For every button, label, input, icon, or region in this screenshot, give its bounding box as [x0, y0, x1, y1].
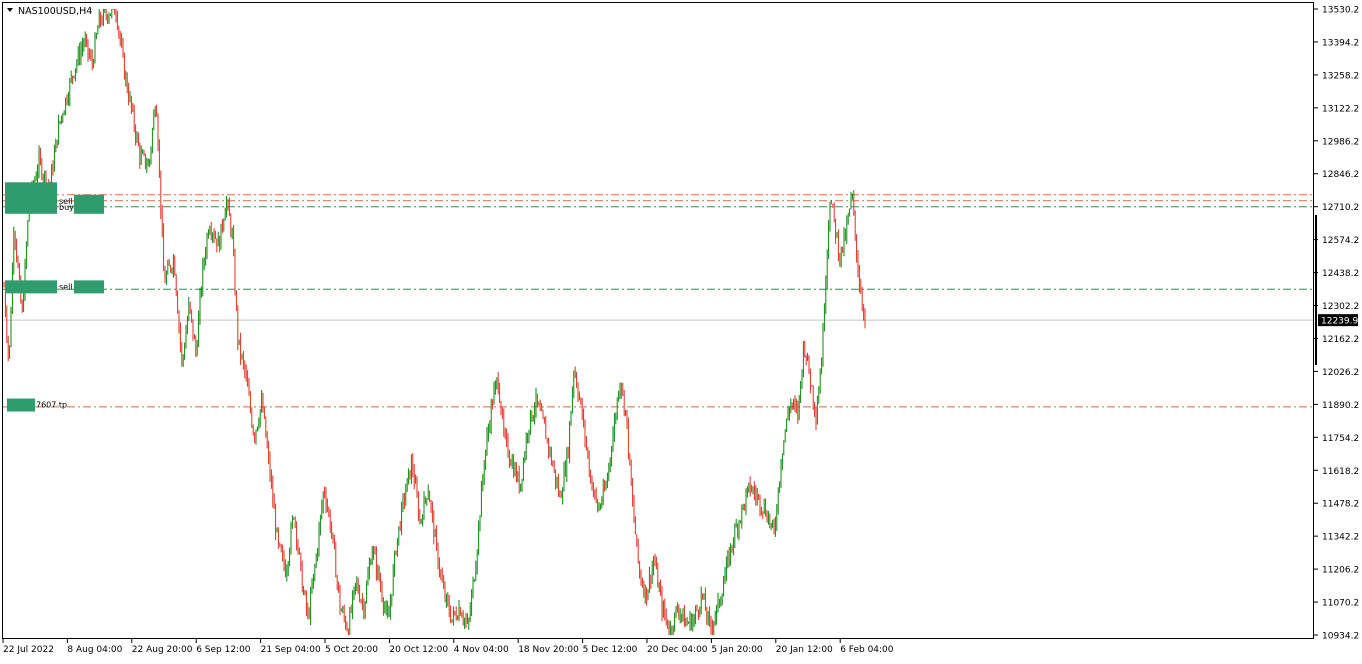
y-tick-label: 12162.2: [1322, 335, 1359, 345]
y-tick-label: 11342.2: [1322, 533, 1359, 543]
y-tick-label: 12986.2: [1322, 137, 1359, 147]
chart-header: NAS100USD,H4: [7, 6, 92, 17]
x-tick-label: 5 Oct 20:00: [325, 645, 378, 655]
order-marker-box[interactable]: [74, 280, 104, 294]
y-tick-label: 13530.2: [1322, 6, 1359, 16]
y-tick-label: 11754.2: [1322, 434, 1359, 444]
y-tick-label: 12026.2: [1322, 368, 1359, 378]
y-tick-label: 12438.2: [1322, 269, 1359, 279]
y-tick-label: 11478.2: [1322, 500, 1359, 510]
y-tick-label: 10934.2: [1322, 632, 1359, 642]
y-tick-label: 13122.2: [1322, 104, 1359, 114]
x-tick-label: 20 Dec 04:00: [647, 645, 708, 655]
order-marker-box[interactable]: [74, 200, 104, 214]
y-tick-label: 13258.2: [1322, 71, 1359, 81]
order-marker-label: sell: [59, 282, 73, 291]
x-tick-label: 5 Dec 12:00: [583, 645, 638, 655]
symbol-title: NAS100USD,H4: [18, 6, 92, 17]
x-tick-label: 22 Aug 20:00: [132, 645, 193, 655]
order-marker-box[interactable]: [5, 280, 57, 294]
x-tick-label: 8 Aug 04:00: [67, 645, 122, 655]
order-marker-box[interactable]: [7, 398, 35, 412]
y-tick-label: 12710.2: [1322, 203, 1359, 213]
order-marker-box[interactable]: [5, 182, 57, 197]
y-tick-label: 11070.2: [1322, 599, 1359, 609]
x-tick-label: 20 Oct 12:00: [389, 645, 448, 655]
x-tick-label: 20 Jan 12:00: [776, 645, 833, 655]
order-marker-box[interactable]: [5, 200, 57, 214]
y-tick-label: 12846.2: [1322, 170, 1359, 180]
x-tick-label: 18 Nov 20:00: [518, 645, 579, 655]
x-tick-label: 21 Sep 04:00: [261, 645, 321, 655]
x-tick-label: 6 Feb 04:00: [840, 645, 894, 655]
current-price-tag-label: 12239.9: [1321, 317, 1358, 327]
time-axis: 22 Jul 2022 8 Aug 04:00 22 Aug 20:00 6 Sep …: [2, 638, 894, 655]
x-tick-label: 4 Nov 04:00: [454, 645, 509, 655]
y-tick-label: 12574.2: [1322, 236, 1359, 246]
y-tick-label: 13394.2: [1322, 38, 1359, 48]
y-tick-label: 11618.2: [1322, 467, 1359, 477]
y-tick-label: 11890.2: [1322, 401, 1359, 411]
order-marker-label: buy: [59, 203, 74, 212]
y-tick-label: 11206.2: [1322, 566, 1359, 576]
price-chart[interactable]: NAS100USD,H4 sellbuysell7607 tp 13530.21…: [0, 0, 1362, 660]
order-marker-label: 7607 tp: [36, 401, 67, 410]
x-tick-label: 6 Sep 12:00: [196, 645, 251, 655]
y-tick-label: 12302.2: [1322, 302, 1359, 312]
x-tick-label: 5 Jan 20:00: [711, 645, 763, 655]
chart-window[interactable]: NAS100USD,H4 sell buy sell 7607 tp 13530.2 1…: [0, 0, 1362, 660]
x-tick-label: 22 Jul 2022: [3, 645, 54, 655]
